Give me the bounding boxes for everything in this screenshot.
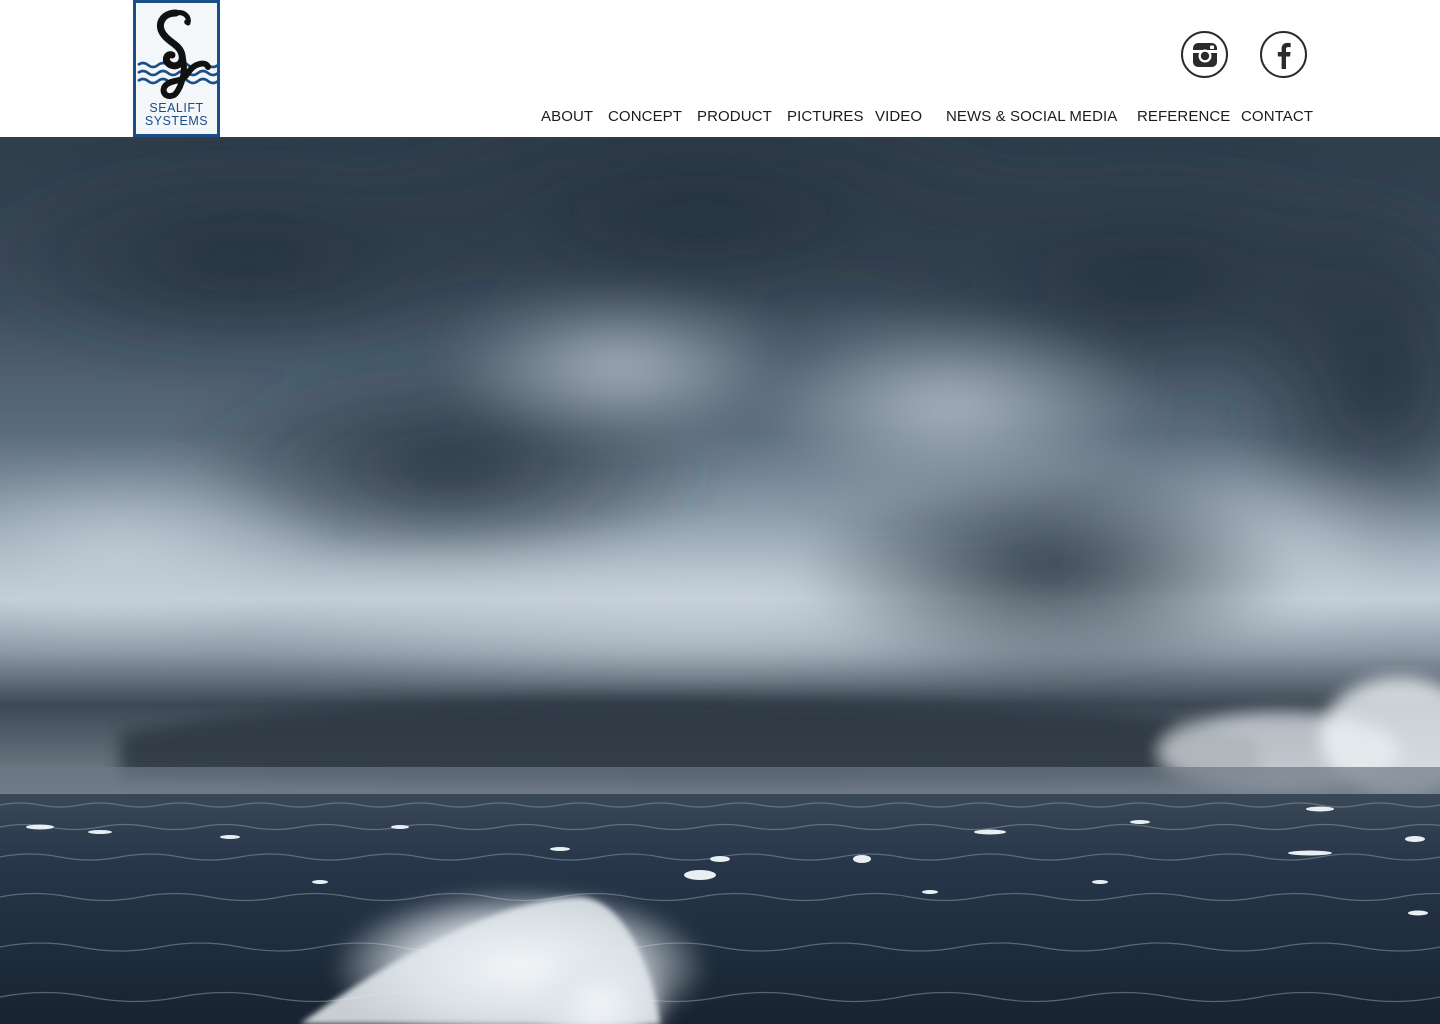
site-header: SEALIFT SYSTEMS ABOUT CONCEPT PRODUCT PI… xyxy=(0,0,1440,137)
nav-about[interactable]: ABOUT xyxy=(541,108,593,125)
nav-pictures[interactable]: PICTURES xyxy=(787,108,864,125)
nav-concept[interactable]: CONCEPT xyxy=(608,108,682,125)
main-navigation: ABOUT CONCEPT PRODUCT PICTURES VIDEO NEW… xyxy=(0,108,1440,128)
facebook-icon xyxy=(1277,42,1291,69)
nav-reference[interactable]: REFERENCE xyxy=(1137,108,1230,125)
instagram-button[interactable] xyxy=(1181,31,1228,78)
nav-product[interactable]: PRODUCT xyxy=(697,108,772,125)
nav-contact[interactable]: CONTACT xyxy=(1241,108,1313,125)
nav-news-social-media[interactable]: NEWS & SOCIAL MEDIA xyxy=(946,108,1117,125)
nav-video[interactable]: VIDEO xyxy=(875,108,922,125)
hero-stormy-sea-image xyxy=(0,137,1440,1024)
facebook-button[interactable] xyxy=(1260,31,1307,78)
instagram-icon xyxy=(1192,42,1217,67)
hero-illustration xyxy=(0,137,1440,1024)
